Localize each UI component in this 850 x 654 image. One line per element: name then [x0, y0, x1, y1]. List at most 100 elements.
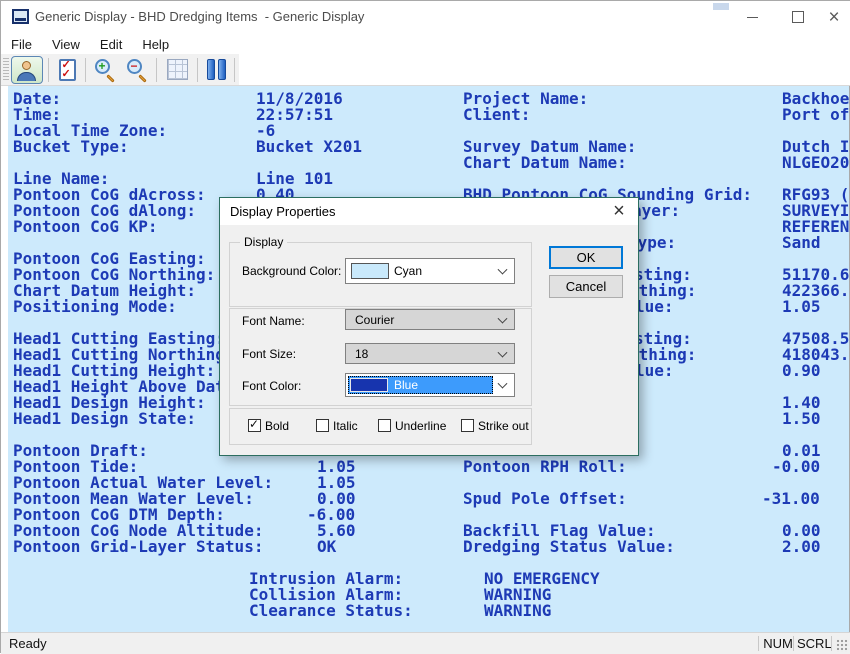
checkbox-bold[interactable]: ✓: [248, 419, 261, 432]
display-text: Bucket Type:: [13, 139, 129, 155]
status-message: Ready: [9, 636, 47, 651]
display-text: Bucket X201: [256, 139, 362, 155]
zoom-in-button[interactable]: +: [91, 57, 119, 83]
user-button[interactable]: [11, 56, 43, 84]
application-window: { "window": { "title": "Generic Display …: [0, 0, 850, 653]
status-separator: [793, 636, 794, 651]
background-color-value: Cyan: [394, 264, 422, 278]
cancel-button[interactable]: Cancel: [549, 275, 623, 298]
app-icon: [12, 9, 29, 24]
font-name-label: Font Name:: [242, 314, 305, 328]
font-color-selection: Blue: [348, 376, 493, 394]
minimize-icon: [747, 17, 758, 18]
menu-edit[interactable]: Edit: [90, 37, 132, 52]
toolbar-grip[interactable]: [3, 58, 9, 82]
status-separator: [831, 636, 832, 651]
status-separator: [758, 636, 759, 651]
display-group-label: Display: [240, 235, 287, 249]
display-text: -31.00: [762, 491, 820, 507]
font-size-label: Font Size:: [242, 347, 296, 361]
close-icon: ×: [828, 8, 839, 27]
font-size-select[interactable]: 18: [345, 343, 515, 364]
minimize-button[interactable]: [729, 1, 775, 33]
font-color-value: Blue: [394, 378, 418, 392]
font-color-select[interactable]: Blue: [345, 373, 515, 397]
font-name-select[interactable]: Courier: [345, 309, 515, 330]
menu-help[interactable]: Help: [132, 37, 179, 52]
display-text: Port of: [782, 107, 849, 123]
checkbox-italic[interactable]: [316, 419, 329, 432]
check-icon: ✓: [249, 417, 259, 431]
display-text: Dredging Status Value:: [463, 539, 675, 555]
toolbar-separator: [197, 58, 198, 82]
toolbar-separator: [48, 58, 49, 82]
display-text: lue:: [635, 299, 674, 315]
display-text: Spud Pole Offset:: [463, 491, 627, 507]
checkbox-label: Strike out: [478, 419, 529, 433]
window-title: Generic Display - BHD Dredging Items - G…: [35, 9, 364, 24]
display-text: OK: [317, 539, 336, 555]
close-button[interactable]: ×: [817, 1, 850, 33]
display-text: Pontoon Grid-Layer Status:: [13, 539, 263, 555]
display-text: 1.05: [782, 299, 821, 315]
screen-artifact: [713, 3, 729, 10]
display-text: Positioning Mode:: [13, 299, 177, 315]
display-text: Pontoon RPH Roll:: [463, 459, 627, 475]
display-text: WARNING: [484, 603, 551, 619]
toolbar-row: ✓✓ + −: [1, 54, 850, 86]
ok-button[interactable]: OK: [549, 246, 623, 269]
toolbar-separator: [156, 58, 157, 82]
display-text: Clearance Status:: [249, 603, 413, 619]
display-text: ayer:: [632, 203, 680, 219]
display-text: Client:: [463, 107, 530, 123]
display-text: Pontoon CoG KP:: [13, 219, 158, 235]
zoom-out-button[interactable]: −: [123, 57, 151, 83]
resize-grip[interactable]: [836, 639, 849, 652]
display-text: 2.00: [782, 539, 821, 555]
checkbox-underline[interactable]: [378, 419, 391, 432]
dialog-title-bar: Display Properties ×: [220, 198, 638, 225]
display-properties-dialog: Display Properties × Display Background …: [219, 197, 639, 456]
background-color-label: Background Color:: [242, 264, 341, 278]
grid-button[interactable]: [162, 57, 192, 83]
font-color-label: Font Color:: [242, 379, 301, 393]
zoom-in-icon: +: [95, 59, 110, 74]
display-text: Head1 Design State:: [13, 411, 196, 427]
dialog-title: Display Properties: [230, 204, 336, 219]
toolbar: ✓✓ + −: [1, 54, 239, 85]
toolbar-separator: [234, 58, 235, 82]
menu-file[interactable]: File: [1, 37, 42, 52]
checkbox-strike-out[interactable]: [461, 419, 474, 432]
chevron-down-icon: [498, 265, 508, 275]
display-text: Chart Datum Name:: [463, 155, 627, 171]
menu-bar: File View Edit Help: [1, 34, 850, 54]
display-text: lue:: [635, 363, 674, 379]
chevron-down-icon: [498, 379, 508, 389]
status-bar: Ready NUM SCRL: [1, 632, 850, 654]
display-text: NLGEO20: [782, 155, 849, 171]
display-text: 1.50: [782, 411, 821, 427]
title-bar: Generic Display - BHD Dredging Items - G…: [1, 1, 850, 34]
chevron-down-icon: [498, 347, 508, 357]
dialog-close-icon[interactable]: ×: [608, 200, 630, 222]
maximize-button[interactable]: [775, 1, 821, 33]
maximize-icon: [792, 11, 804, 23]
menu-view[interactable]: View: [42, 37, 90, 52]
pause-button[interactable]: [203, 57, 229, 83]
checklist-icon: ✓✓: [59, 59, 76, 81]
scroll-lock-indicator: SCRL: [797, 636, 829, 651]
display-text: 0.90: [782, 363, 821, 379]
zoom-out-icon: −: [127, 59, 142, 74]
user-icon: [22, 61, 31, 70]
display-text: Sand: [782, 235, 821, 251]
checklist-button[interactable]: ✓✓: [54, 57, 80, 83]
num-lock-indicator: NUM: [763, 636, 793, 651]
font-name-value: Courier: [355, 313, 394, 327]
display-text: -0.00: [772, 459, 820, 475]
grid-icon: [167, 59, 188, 80]
blue-swatch: [350, 378, 388, 392]
background-color-select[interactable]: Cyan: [345, 258, 515, 284]
pause-icon: [207, 59, 215, 80]
chevron-down-icon: [498, 313, 508, 323]
checkbox-label: Italic: [333, 419, 358, 433]
